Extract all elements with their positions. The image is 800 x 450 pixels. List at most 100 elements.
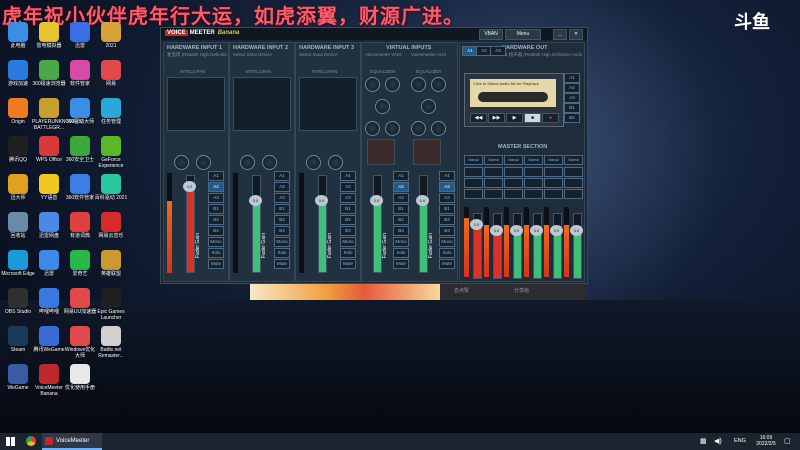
eq-knob[interactable] [431,77,446,92]
v1-mute-button[interactable]: Mute [393,259,409,269]
master-eq-button[interactable] [564,178,583,188]
desktop-icon[interactable]: 回收站 [1,212,35,239]
desktop-icon[interactable]: 英雄联盟 [94,250,128,277]
hw3-a2-button[interactable]: A2 [340,182,356,192]
hw2-b1-button[interactable]: B1 [274,204,290,214]
master-mono-button[interactable] [524,167,543,177]
chrome-taskbar[interactable] [24,433,38,450]
eq-knob[interactable] [431,121,446,136]
v1-a1-button[interactable]: A1 [393,171,409,181]
virtual-pan-pad[interactable] [367,139,395,165]
hw1-a2-button[interactable]: A2 [208,182,224,192]
v1-b1-button[interactable]: B1 [393,204,409,214]
desktop-icon[interactable]: 360驱动大师 [63,98,97,125]
cassette-label[interactable]: Click to Select Audio file for Playback [470,79,556,107]
desktop-icon[interactable]: 有道词典 [63,212,97,239]
intellipan-pad[interactable] [233,77,291,131]
v1-solo-button[interactable]: Solo [393,248,409,258]
normal-mode-button[interactable]: Normal mode [484,155,503,165]
hw1-solo-button[interactable]: Solo [208,248,224,258]
hw3-b3-button[interactable]: B3 [340,226,356,236]
desktop-icon[interactable]: VoiceMeeter Banana [32,364,66,397]
hw2-a1-button[interactable]: A1 [274,171,290,181]
desktop-icon[interactable]: 腾讯WeGame [32,326,66,353]
virtual-fader[interactable]: 0.0 [370,175,383,273]
hw1-mono-button[interactable]: Mono [208,237,224,247]
v1-mono-button[interactable]: Mono [393,237,409,247]
desktop-icon[interactable]: 此电脑 [1,22,35,49]
network-icon[interactable]: ▦ [700,433,710,450]
desktop-icon[interactable]: Microsoft Edge [1,250,35,277]
desktop-icon[interactable]: 爱奇艺 [63,250,97,277]
hw1-a1-button[interactable]: A1 [208,171,224,181]
forward-button[interactable]: ▶▶ [488,113,505,123]
normal-mode-button[interactable]: Normal mode [464,155,483,165]
notification-icon[interactable]: ▢ [784,433,796,450]
hw3-a3-button[interactable]: A3 [340,193,356,203]
desktop-icon[interactable]: 雷电模拟器 [32,22,66,49]
cassette-b2-button[interactable]: B2 [564,113,580,123]
master-fader[interactable]: 0.0 [570,213,583,279]
master-eq-button[interactable] [464,178,483,188]
desktop-icon[interactable]: Epic Games Launcher [94,288,128,321]
intellipan-pad[interactable] [167,77,225,131]
hw2-a3-button[interactable]: A3 [274,193,290,203]
eq-knob[interactable] [385,77,400,92]
master-mono-button[interactable] [484,167,503,177]
hw-fader[interactable]: 4.2 [183,175,196,273]
gate-knob[interactable] [174,155,189,170]
desktop-icon[interactable]: GeForce Experience [94,136,128,169]
minimize-button[interactable]: _ [553,29,567,40]
v2-a3-button[interactable]: A3 [439,193,455,203]
desktop-icon[interactable]: 2021 [94,22,128,49]
desktop-icon[interactable]: 任务管理 [94,98,128,125]
hw-input-device[interactable]: 麦克风 (Realtek High Definition Audio) [167,52,227,58]
desktop-icon[interactable]: 迅雷网盘 [32,212,66,239]
voicemeeter-titlebar[interactable]: VOICE MEETER Banana VBAN Menu _ ✕ [161,28,587,40]
master-eq-button[interactable] [484,178,503,188]
master-eq-button[interactable] [524,178,543,188]
master-mute-button[interactable] [504,189,523,199]
desktop-icon[interactable]: OBS Studio [1,288,35,315]
desktop-icon[interactable]: 迅雷 [32,250,66,277]
v1-b3-button[interactable]: B3 [393,226,409,236]
hw-fader-knob[interactable]: 0.0 [315,195,328,206]
comp-knob[interactable] [196,155,211,170]
comp-knob[interactable] [262,155,277,170]
hw-fader-knob[interactable]: 0.0 [249,195,262,206]
v2-b3-button[interactable]: B3 [439,226,455,236]
desktop-icon[interactable]: 哔哩哔哩 [32,288,66,315]
gate-knob[interactable] [240,155,255,170]
normal-mode-button[interactable]: Normal mode [524,155,543,165]
master-fader-knob[interactable]: 2.0 [470,218,483,230]
cassette-a1-button[interactable]: A1 [564,73,580,83]
virtual-fader[interactable]: 0.0 [416,175,429,273]
voicemeeter-window[interactable]: VOICE MEETER Banana VBAN Menu _ ✕ HARDWARE… [160,27,588,284]
hw2-a2-button[interactable]: A2 [274,182,290,192]
desktop-icon[interactable]: 网易 [94,60,128,87]
normal-mode-button[interactable]: Normal mode [564,155,583,165]
desktop-icon[interactable]: 百科驱动 2021 [94,174,128,201]
master-mono-button[interactable] [504,167,523,177]
v2-solo-button[interactable]: Solo [439,248,455,258]
desktop-icon[interactable]: Windows优化大师 [63,326,97,359]
v1-a2-button[interactable]: A2 [393,182,409,192]
desktop-icon[interactable]: YY语音 [32,174,66,201]
desktop-icon[interactable]: Origin [1,98,35,125]
normal-mode-button[interactable]: Normal mode [504,155,523,165]
desktop-icon[interactable]: 软件管家 [63,60,97,87]
master-fader[interactable]: 2.0 [470,213,483,279]
hardware-out-device[interactable]: A1 扬声器 (Realtek High Definition Audio) [502,52,582,58]
v1-b2-button[interactable]: B2 [393,215,409,225]
hw-fader[interactable]: 0.0 [315,175,328,273]
master-fader[interactable]: 0.0 [550,213,563,279]
v2-b1-button[interactable]: B1 [439,204,455,214]
desktop-icon[interactable]: Battle.net Remaster... [94,326,128,359]
hw-fader-knob[interactable]: 4.2 [183,180,196,192]
hw2-mute-button[interactable]: Mute [274,259,290,269]
stop-button[interactable]: ■ [524,113,541,123]
master-fader[interactable]: 0.0 [530,213,543,279]
hw1-b1-button[interactable]: B1 [208,204,224,214]
close-button[interactable]: ✕ [569,29,583,40]
master-mute-button[interactable] [524,189,543,199]
